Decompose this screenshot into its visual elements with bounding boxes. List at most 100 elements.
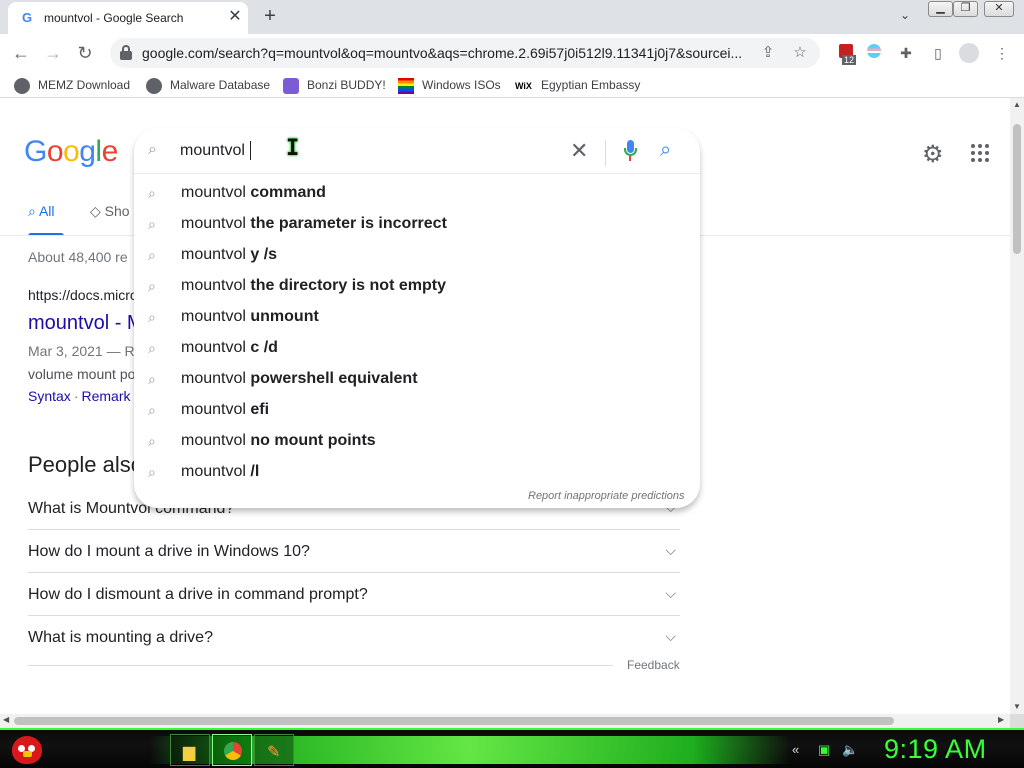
suggestion-prefix: mountvol (181, 339, 246, 356)
result-stats: About 48,400 re (28, 249, 128, 265)
tab-close-icon[interactable]: ✕ (226, 8, 244, 26)
logo-letter: g (79, 135, 96, 168)
tab-search-icon[interactable]: ⌄ (896, 8, 914, 26)
search-box-with-suggestions: ⌕ mountvol I ✕ ⌕ ⌕ mountvol command ⌕ mount… (134, 128, 700, 508)
chevron-down-icon: ⌵ (665, 542, 676, 558)
paa-question[interactable]: How do I mount a drive in Windows 10? ⌵ (28, 530, 680, 573)
extension-icon[interactable]: 12 (836, 43, 857, 65)
result-title-link[interactable]: mountvol - M (28, 312, 144, 335)
taskbar-paint[interactable]: ✎ (254, 734, 294, 766)
report-predictions-link[interactable]: Report inappropriate predictions (528, 490, 685, 502)
back-icon[interactable]: ← (8, 40, 34, 66)
sitelink-syntax[interactable]: Syntax (28, 388, 71, 404)
search-icon: ⌕ (148, 309, 156, 325)
search-icon: ⌕ (148, 433, 156, 449)
browser-tab[interactable]: G mountvol - Google Search ✕ (8, 2, 248, 34)
taskbar-clock[interactable]: 9:19 AM (884, 734, 987, 765)
google-logo[interactable]: Google (24, 135, 118, 169)
restore-button[interactable]: ❐ (953, 1, 978, 17)
lock-icon[interactable] (120, 45, 132, 60)
result-date: Mar 3, 2021 — R (28, 343, 135, 359)
feedback-link[interactable]: Feedback (627, 658, 680, 672)
vertical-scroll-thumb[interactable] (1013, 124, 1021, 254)
address-bar[interactable]: google.com/search?q=mountvol&oq=mountvo&… (110, 38, 820, 68)
share-icon[interactable]: ⇪ (758, 43, 778, 63)
suggestion-item[interactable]: ⌕ mountvol powershell equivalent (134, 364, 700, 395)
suggestion-item[interactable]: ⌕ mountvol /l (134, 457, 700, 488)
search-results-page: Google ⚙ ⌕ All ◇ Sho About 48,400 re htt… (0, 98, 1010, 714)
suggestion-prefix: mountvol (181, 370, 246, 387)
volume-icon[interactable]: 🔈 (842, 742, 858, 758)
bookmark-bonzi-buddy[interactable]: Bonzi BUDDY! (283, 76, 386, 94)
reload-icon[interactable]: ↻ (72, 40, 98, 66)
start-button[interactable] (6, 730, 48, 768)
url-text[interactable]: google.com/search?q=mountvol&oq=mountvo&… (142, 45, 752, 61)
suggestion-item[interactable]: ⌕ mountvol y /s (134, 240, 700, 271)
new-tab-button[interactable]: + (258, 5, 282, 29)
horizontal-scroll-thumb[interactable] (14, 717, 894, 725)
suggestion-completion: efi (250, 401, 270, 418)
result-url[interactable]: https://docs.micro (28, 287, 138, 303)
suggestion-prefix: mountvol (181, 246, 246, 263)
suggestion-completion: c /d (250, 339, 278, 356)
forward-icon[interactable]: → (40, 40, 66, 66)
paa-question[interactable]: What is mounting a drive? ⌵ (28, 616, 680, 659)
vertical-scrollbar[interactable]: ▲ ▼ (1010, 98, 1024, 714)
search-submit-icon[interactable]: ⌕ (660, 139, 671, 162)
chrome-icon (224, 742, 242, 760)
bookmark-windows-isos[interactable]: Windows ISOs (398, 76, 501, 94)
bookmark-egyptian-embassy[interactable]: WiX Egyptian Embassy (515, 76, 640, 94)
bookmark-star-icon[interactable]: ☆ (790, 43, 810, 63)
suggestion-item[interactable]: ⌕ mountvol no mount points (134, 426, 700, 457)
scroll-left-arrow-icon[interactable]: ◀ (3, 715, 9, 724)
settings-gear-icon[interactable]: ⚙ (922, 140, 944, 169)
search-input-row: ⌕ mountvol I ✕ ⌕ (134, 128, 700, 174)
suggestion-item[interactable]: ⌕ mountvol unmount (134, 302, 700, 333)
search-icon: ⌕ (148, 402, 156, 418)
horizontal-scrollbar[interactable]: ◀ ▶ (0, 714, 1010, 728)
bookmark-memz[interactable]: MEMZ Download (14, 76, 130, 94)
suggestion-text: mountvol c /d (181, 339, 278, 357)
profile-avatar[interactable] (959, 43, 979, 63)
angry-bird-icon (12, 736, 42, 764)
suggestion-item[interactable]: ⌕ mountvol command (134, 178, 700, 209)
tab-shopping[interactable]: ◇ Sho (90, 203, 130, 220)
taskbar-chrome[interactable] (212, 734, 252, 766)
tray-expand-icon[interactable]: « (792, 742, 799, 757)
logo-letter: G (24, 135, 47, 168)
chevron-down-icon: ⌵ (665, 628, 676, 644)
scroll-down-arrow-icon[interactable]: ▼ (1013, 702, 1021, 711)
bonzi-icon (283, 77, 299, 94)
microphone-icon[interactable] (623, 140, 637, 162)
search-icon: ⌕ (148, 185, 156, 201)
menu-kebab-icon[interactable]: ⋮ (992, 43, 1012, 63)
extensions-puzzle-icon[interactable]: ✚ (896, 43, 916, 63)
taskbar: ▆ ✎ « ▣ 🔈 9:19 AM (0, 728, 1024, 768)
side-panel-icon[interactable]: ▯ (928, 43, 948, 63)
search-input[interactable]: mountvol (180, 142, 245, 160)
suggestion-item[interactable]: ⌕ mountvol efi (134, 395, 700, 426)
sitelink-remarks[interactable]: Remark (81, 388, 130, 404)
tab-strip: G mountvol - Google Search ✕ + ⌄ ▁ ❐ ✕ (0, 0, 1024, 34)
close-window-button[interactable]: ✕ (984, 1, 1014, 17)
search-box-divider (605, 140, 606, 166)
google-favicon-icon: G (22, 10, 33, 25)
scroll-up-arrow-icon[interactable]: ▲ (1013, 100, 1021, 109)
pride-extension-icon[interactable] (864, 43, 884, 63)
suggestion-item[interactable]: ⌕ mountvol the directory is not empty (134, 271, 700, 302)
network-icon[interactable]: ▣ (818, 742, 830, 758)
paa-question[interactable]: How do I dismount a drive in command pro… (28, 573, 680, 616)
scrollbar-corner (1010, 714, 1024, 728)
clear-search-icon[interactable]: ✕ (570, 138, 588, 164)
tab-all[interactable]: ⌕ All (28, 203, 55, 220)
google-apps-icon[interactable] (971, 144, 989, 162)
minimize-button[interactable]: ▁ (928, 1, 953, 17)
suggestion-text: mountvol powershell equivalent (181, 370, 418, 388)
bookmark-malware-database[interactable]: Malware Database (146, 76, 270, 94)
taskbar-explorer[interactable]: ▆ (170, 734, 210, 766)
suggestion-text: mountvol efi (181, 401, 269, 419)
scroll-right-arrow-icon[interactable]: ▶ (998, 715, 1004, 724)
suggestion-item[interactable]: ⌕ mountvol c /d (134, 333, 700, 364)
suggestion-item[interactable]: ⌕ mountvol the parameter is incorrect (134, 209, 700, 240)
suggestion-prefix: mountvol (181, 215, 246, 232)
